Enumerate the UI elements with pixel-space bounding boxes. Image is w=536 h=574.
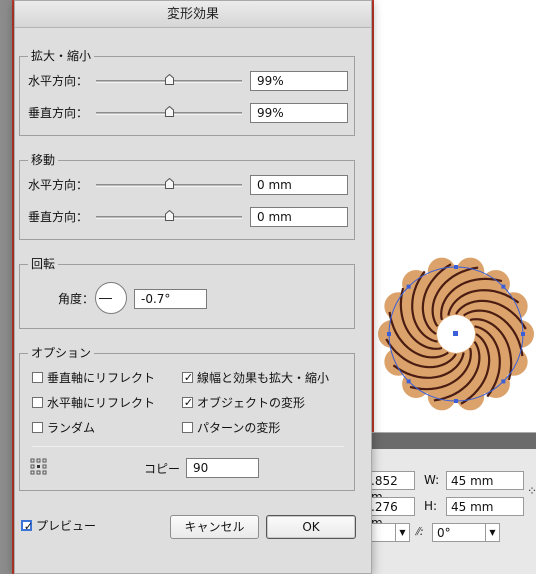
spiral-artwork[interactable] [378, 256, 536, 414]
preview-label: プレビュー [36, 519, 97, 533]
random-checkbox[interactable] [32, 422, 43, 433]
anchor-handle [454, 399, 458, 403]
transform-panel-header [360, 433, 536, 449]
scale-vertical-label: 垂直方向： [28, 106, 89, 120]
move-horizontal-input[interactable] [250, 175, 348, 195]
shear-icon: ⫽: [415, 525, 424, 538]
transform-objects-label: オブジェクトの変形 [197, 396, 306, 410]
reflect-y-option[interactable]: 水平軸にリフレクト [32, 395, 155, 411]
options-separator [32, 446, 344, 447]
copies-input[interactable] [186, 458, 259, 478]
angle-dial[interactable] [95, 282, 127, 314]
scale-strokes-checkbox[interactable] [182, 372, 194, 383]
scale-strokes-label: 線幅と効果も拡大・縮小 [197, 371, 330, 385]
anchor-handle [521, 332, 525, 336]
shear-value: 0° [437, 526, 451, 540]
h-label: H: [424, 499, 438, 513]
move-vertical-label: 垂直方向： [28, 210, 89, 224]
random-option[interactable]: ランダム [32, 420, 95, 436]
scale-group: 拡大・縮小 水平方向： 垂直方向： [19, 48, 355, 136]
dialog-title: 変形効果 [15, 1, 371, 28]
h-field[interactable]: 45 mm [446, 497, 524, 516]
w-label: W: [424, 473, 440, 487]
move-group-title: 移動 [28, 152, 59, 168]
dropdown-arrow-icon: ▼ [395, 524, 409, 541]
random-label: ランダム [47, 421, 96, 435]
options-group: オプション 垂直軸にリフレクト 水平軸にリフレクト ランダム 線幅と効果も拡大・… [19, 345, 355, 491]
dial-needle [99, 298, 112, 299]
ok-button[interactable]: OK [266, 515, 356, 539]
reflect-y-label: 水平軸にリフレクト [47, 396, 156, 410]
transform-effect-dialog: 変形効果 拡大・縮小 水平方向： 垂直方向： 移動 水平方向： 垂直方向： [14, 0, 372, 574]
w-field[interactable]: 45 mm [446, 471, 524, 490]
transform-objects-checkbox[interactable] [182, 397, 194, 408]
anchor-handle [406, 284, 411, 289]
anchor-handle [406, 379, 411, 384]
transform-patterns-option[interactable]: パターンの変形 [182, 420, 280, 436]
rotate-select[interactable]: ▼ [366, 523, 410, 542]
scale-horizontal-input[interactable] [250, 71, 348, 91]
reflect-x-checkbox[interactable] [32, 372, 43, 383]
transform-objects-option[interactable]: オブジェクトの変形 [182, 395, 305, 411]
reflect-y-checkbox[interactable] [32, 397, 43, 408]
reflect-x-label: 垂直軸にリフレクト [47, 371, 156, 385]
anchor-handle [454, 265, 458, 269]
move-vertical-input[interactable] [250, 207, 348, 227]
slider-thumb-icon[interactable] [164, 106, 174, 117]
reference-point-icon[interactable]: ⁘ [527, 484, 536, 498]
copies-label: コピー [144, 462, 181, 476]
dropdown-arrow-icon: ▼ [485, 524, 499, 541]
scale-group-title: 拡大・縮小 [28, 48, 95, 64]
move-group: 移動 水平方向： 垂直方向： [19, 152, 355, 240]
move-horizontal-label: 水平方向： [28, 178, 89, 192]
transform-patterns-label: パターンの変形 [197, 421, 281, 435]
transform-patterns-checkbox[interactable] [182, 422, 193, 433]
scale-vertical-input[interactable] [250, 103, 348, 123]
options-group-title: オプション [28, 345, 95, 361]
scale-vertical-slider[interactable] [96, 106, 242, 120]
scale-horizontal-slider[interactable] [96, 74, 242, 88]
anchor-handle [387, 332, 391, 336]
shear-select[interactable]: 0° ▼ [432, 523, 500, 542]
cancel-button[interactable]: キャンセル [170, 515, 259, 539]
move-horizontal-slider[interactable] [96, 178, 242, 192]
rotate-group: 回転 角度： [19, 256, 355, 329]
scale-strokes-option[interactable]: 線幅と効果も拡大・縮小 [182, 370, 329, 386]
angle-input[interactable] [134, 289, 207, 309]
slider-thumb-icon[interactable] [164, 74, 174, 85]
slider-thumb-icon[interactable] [164, 210, 174, 221]
angle-label: 角度： [58, 292, 95, 306]
preview-checkbox[interactable] [21, 520, 34, 531]
x-field[interactable]: .852 m [366, 471, 415, 504]
rotate-group-title: 回転 [28, 256, 59, 272]
preview-option[interactable]: プレビュー [21, 518, 96, 534]
left-guide [0, 0, 14, 574]
move-vertical-slider[interactable] [96, 210, 242, 224]
scale-horizontal-label: 水平方向： [28, 74, 89, 88]
anchor-handle [501, 284, 506, 289]
reference-point-grid-icon[interactable] [30, 458, 47, 475]
reflect-x-option[interactable]: 垂直軸にリフレクト [32, 370, 155, 386]
anchor-handle [501, 379, 506, 384]
y-field[interactable]: .276 m [366, 497, 415, 530]
slider-thumb-icon[interactable] [164, 178, 174, 189]
